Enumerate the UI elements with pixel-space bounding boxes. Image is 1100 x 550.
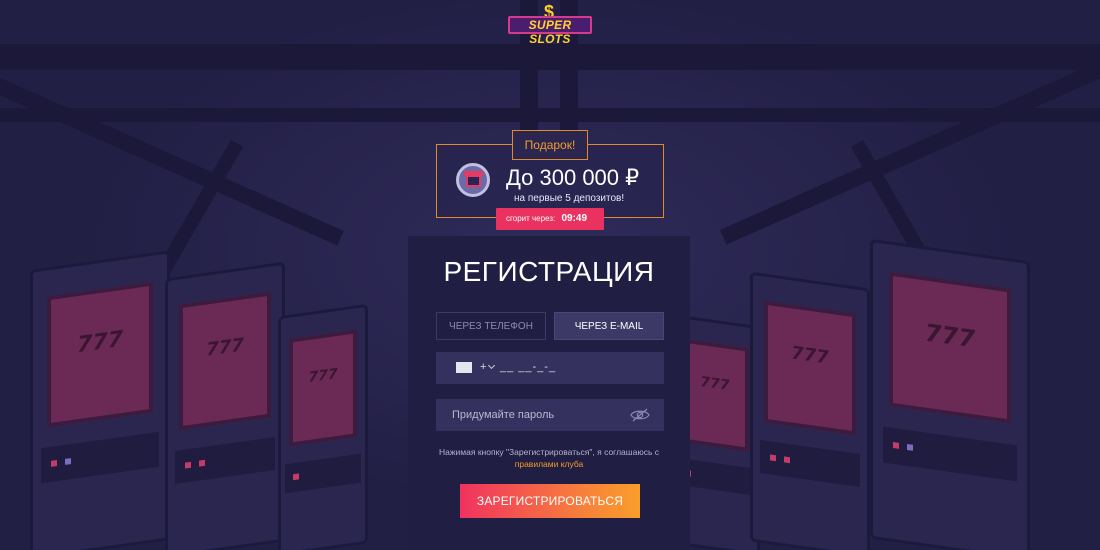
promo-tag: Подарок! [512, 130, 588, 160]
ceiling-beam [0, 44, 1100, 70]
slot-machine: 777 [30, 250, 170, 550]
slot-machine: 777 [750, 271, 870, 550]
password-field[interactable] [436, 399, 664, 431]
phone-input[interactable]: __ __-_-_ [500, 361, 556, 373]
slot-machine: 777 [278, 303, 368, 550]
ceiling-beam [0, 108, 1100, 122]
gift-icon [456, 163, 490, 197]
promo-timer: сгорит через: 09:49 [496, 208, 604, 230]
password-input[interactable] [452, 399, 632, 431]
terms-text: Нажимая кнопку "Зарегистрироваться", я с… [408, 446, 690, 470]
slot-machine: 777 [165, 261, 285, 550]
promo-subtitle: на первые 5 депозитов! [514, 193, 625, 204]
phone-field[interactable]: + __ __-_-_ [436, 352, 664, 384]
terms-label: Нажимая кнопку "Зарегистрироваться", я с… [439, 447, 659, 457]
tab-email[interactable]: ЧЕРЕЗ E-MAIL [554, 312, 664, 340]
chevron-down-icon[interactable] [487, 361, 496, 370]
eye-icon[interactable] [630, 407, 650, 423]
site-logo[interactable]: $ SUPER SLOTS [508, 2, 592, 46]
tab-phone[interactable]: ЧЕРЕЗ ТЕЛЕФОН [436, 312, 546, 340]
country-flag-icon[interactable] [456, 362, 472, 373]
phone-prefix: + [480, 361, 487, 373]
timer-value: 09:49 [561, 213, 588, 224]
logo-text: SUPER SLOTS [508, 16, 592, 46]
page-title: РЕГИСТРАЦИЯ [443, 256, 655, 287]
register-button[interactable]: ЗАРЕГИСТРИРОВАТЬСЯ [460, 484, 640, 518]
club-rules-link[interactable]: правилами клуба [515, 459, 583, 469]
promo-amount: До 300 000 ₽ [506, 165, 640, 190]
slot-machine: 777 [870, 238, 1030, 550]
timer-label: сгорит через: [506, 214, 556, 223]
